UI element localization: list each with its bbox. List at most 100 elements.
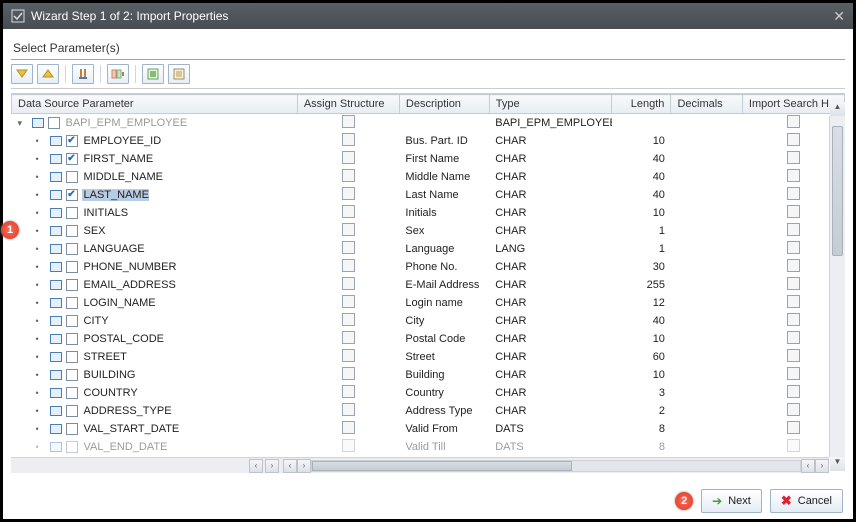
find-button[interactable]: [72, 64, 94, 84]
import-checkbox[interactable]: [787, 295, 800, 308]
assign-checkbox[interactable]: [342, 205, 355, 218]
grid-hscroll[interactable]: ‹ › ‹ ›: [283, 457, 829, 473]
import-checkbox[interactable]: [787, 277, 800, 290]
checkbox[interactable]: [48, 117, 60, 129]
assign-checkbox[interactable]: [342, 367, 355, 380]
checkbox[interactable]: [66, 279, 78, 291]
deselect-all-button[interactable]: [168, 64, 190, 84]
import-checkbox[interactable]: [787, 223, 800, 236]
hscroll-thumb[interactable]: [312, 461, 572, 471]
assign-checkbox[interactable]: [342, 169, 355, 182]
checkbox[interactable]: [66, 369, 78, 381]
collapse-icon[interactable]: ▾: [18, 118, 28, 129]
import-checkbox[interactable]: [787, 313, 800, 326]
close-button[interactable]: ✕: [833, 8, 845, 25]
table-row[interactable]: • INITIALS Initials CHAR 10: [12, 204, 845, 222]
assign-checkbox[interactable]: [342, 313, 355, 326]
col-decimals[interactable]: Decimals: [671, 95, 742, 114]
column-config-button[interactable]: [107, 64, 129, 84]
import-checkbox[interactable]: [787, 151, 800, 164]
scroll-down-icon[interactable]: ▼: [830, 457, 845, 471]
checkbox[interactable]: [66, 207, 78, 219]
checkbox[interactable]: [66, 189, 78, 201]
import-checkbox[interactable]: [787, 385, 800, 398]
checkbox[interactable]: [66, 153, 78, 165]
checkbox[interactable]: [66, 225, 78, 237]
assign-checkbox[interactable]: [342, 349, 355, 362]
checkbox[interactable]: [66, 243, 78, 255]
table-row[interactable]: • COUNTRY Country CHAR 3: [12, 384, 845, 402]
table-row[interactable]: • ADDRESS_TYPE Address Type CHAR 2: [12, 402, 845, 420]
import-checkbox[interactable]: [787, 331, 800, 344]
collapse-all-button[interactable]: [37, 64, 59, 84]
table-row[interactable]: • EMAIL_ADDRESS E-Mail Address CHAR 255: [12, 276, 845, 294]
import-checkbox[interactable]: [787, 115, 800, 128]
scroll-right-icon[interactable]: ›: [297, 459, 311, 473]
import-checkbox[interactable]: [787, 133, 800, 146]
assign-checkbox[interactable]: [342, 277, 355, 290]
import-checkbox[interactable]: [787, 241, 800, 254]
assign-checkbox[interactable]: [342, 133, 355, 146]
scroll-up-icon[interactable]: ▲: [830, 102, 845, 116]
import-checkbox[interactable]: [787, 367, 800, 380]
checkbox[interactable]: [66, 441, 78, 453]
assign-checkbox[interactable]: [342, 151, 355, 164]
assign-checkbox[interactable]: [342, 187, 355, 200]
import-checkbox[interactable]: [787, 187, 800, 200]
scroll-right-icon[interactable]: ›: [815, 459, 829, 473]
vscroll[interactable]: ▲ ▼: [829, 116, 845, 457]
assign-checkbox[interactable]: [342, 331, 355, 344]
import-checkbox[interactable]: [787, 205, 800, 218]
checkbox[interactable]: [66, 315, 78, 327]
checkbox[interactable]: [66, 333, 78, 345]
import-checkbox[interactable]: [787, 259, 800, 272]
scroll-left-icon[interactable]: ‹: [801, 459, 815, 473]
table-row[interactable]: • STREET Street CHAR 60: [12, 348, 845, 366]
table-row[interactable]: • CITY City CHAR 40: [12, 312, 845, 330]
col-desc[interactable]: Description: [399, 95, 489, 114]
checkbox[interactable]: [66, 423, 78, 435]
checkbox[interactable]: [66, 297, 78, 309]
table-row[interactable]: • MIDDLE_NAME Middle Name CHAR 40: [12, 168, 845, 186]
import-checkbox[interactable]: [787, 169, 800, 182]
table-row[interactable]: • LAST_NAME Last Name CHAR 40: [12, 186, 845, 204]
col-assign[interactable]: Assign Structure: [297, 95, 399, 114]
assign-checkbox[interactable]: [342, 259, 355, 272]
import-checkbox[interactable]: [787, 349, 800, 362]
import-checkbox[interactable]: [787, 439, 800, 452]
col-length[interactable]: Length: [612, 95, 671, 114]
table-row[interactable]: • LANGUAGE Language LANG 1: [12, 240, 845, 258]
checkbox[interactable]: [66, 261, 78, 273]
next-button[interactable]: ➔ Next: [701, 489, 762, 513]
scroll-left-icon[interactable]: ‹: [283, 459, 297, 473]
tree-hscroll[interactable]: ‹ ›: [11, 457, 283, 473]
table-row[interactable]: • PHONE_NUMBER Phone No. CHAR 30: [12, 258, 845, 276]
expand-all-button[interactable]: [11, 64, 33, 84]
import-checkbox[interactable]: [787, 403, 800, 416]
assign-checkbox[interactable]: [342, 223, 355, 236]
checkbox[interactable]: [66, 405, 78, 417]
table-row[interactable]: • LOGIN_NAME Login name CHAR 12: [12, 294, 845, 312]
assign-checkbox[interactable]: [342, 439, 355, 452]
assign-checkbox[interactable]: [342, 403, 355, 416]
col-param[interactable]: Data Source Parameter: [12, 95, 298, 114]
select-all-button[interactable]: [142, 64, 164, 84]
checkbox[interactable]: [66, 387, 78, 399]
assign-checkbox[interactable]: [342, 385, 355, 398]
assign-checkbox[interactable]: [342, 241, 355, 254]
assign-checkbox[interactable]: [342, 295, 355, 308]
table-row[interactable]: • VAL_END_DATE Valid Till DATS 8: [12, 438, 845, 456]
tree-root-row[interactable]: ▾ BAPI_EPM_EMPLOYEE BAPI_EPM_EMPLOYEE: [12, 114, 845, 133]
col-type[interactable]: Type: [489, 95, 612, 114]
vscroll-thumb[interactable]: [832, 126, 843, 256]
import-checkbox[interactable]: [787, 421, 800, 434]
table-row[interactable]: • SEX Sex CHAR 1: [12, 222, 845, 240]
table-row[interactable]: • EMPLOYEE_ID Bus. Part. ID CHAR 10: [12, 132, 845, 150]
checkbox[interactable]: [66, 171, 78, 183]
checkbox[interactable]: [66, 351, 78, 363]
assign-checkbox[interactable]: [342, 421, 355, 434]
checkbox[interactable]: [66, 135, 78, 147]
table-row[interactable]: • POSTAL_CODE Postal Code CHAR 10: [12, 330, 845, 348]
table-row[interactable]: • BUILDING Building CHAR 10: [12, 366, 845, 384]
cancel-button[interactable]: ✖ Cancel: [770, 489, 843, 513]
